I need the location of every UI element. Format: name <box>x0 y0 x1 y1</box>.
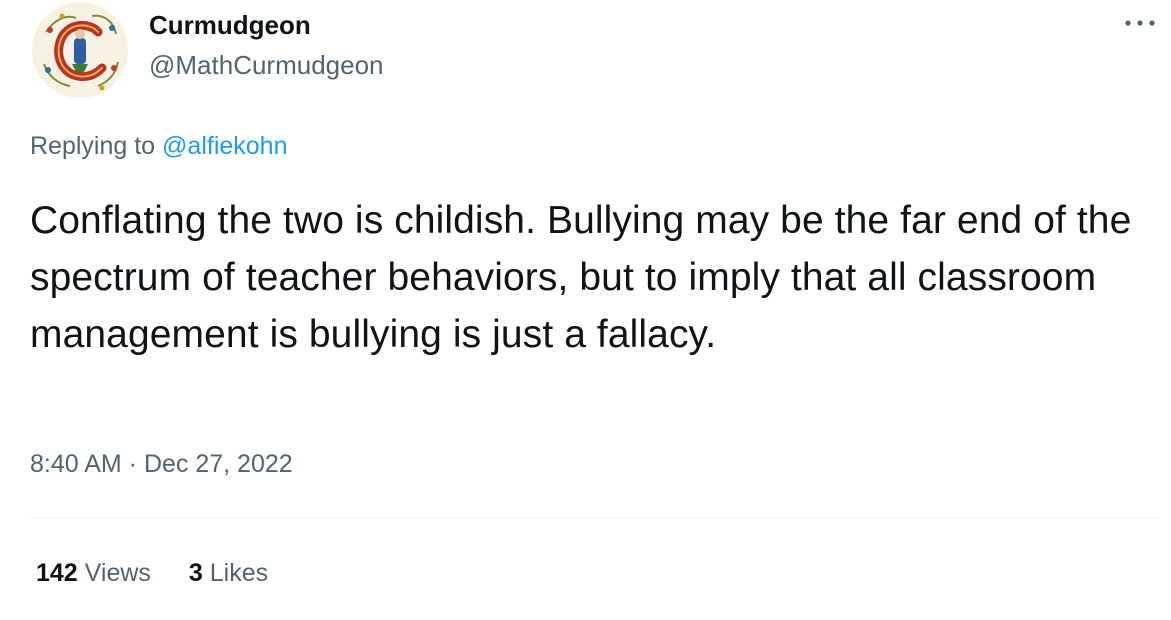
tweet-detail: Curmudgeon @MathCurmudgeon Replying to @… <box>0 0 1171 620</box>
author-handle[interactable]: @MathCurmudgeon <box>149 50 384 81</box>
more-horizontal-icon <box>1125 20 1155 26</box>
tweet-stats: 142 Views 3 Likes <box>36 559 268 588</box>
replying-to-label: Replying to <box>30 132 163 160</box>
author-display-name[interactable]: Curmudgeon <box>149 10 311 41</box>
replying-to: Replying to @alfiekohn <box>30 132 287 161</box>
views-stat[interactable]: 142 Views <box>36 559 151 588</box>
likes-stat[interactable]: 3 Likes <box>189 559 268 588</box>
tweet-date: Dec 27, 2022 <box>143 450 293 478</box>
divider <box>30 518 1160 519</box>
tweet-time: 8:40 AM <box>30 450 122 478</box>
tweet-timestamp[interactable]: 8:40 AM · Dec 27, 2022 <box>30 450 293 479</box>
likes-count: 3 <box>188 559 203 587</box>
reply-mention-link[interactable]: @alfiekohn <box>162 132 287 160</box>
views-count: 142 <box>36 559 78 587</box>
views-label: Views <box>77 559 151 587</box>
likes-label: Likes <box>202 559 269 587</box>
avatar[interactable] <box>32 2 128 98</box>
tweet-text: Conflating the two is childish. Bullying… <box>30 199 1132 356</box>
more-options-button[interactable] <box>1120 10 1160 36</box>
timestamp-separator: · <box>121 450 144 478</box>
illuminated-letter-c-icon <box>32 2 128 98</box>
